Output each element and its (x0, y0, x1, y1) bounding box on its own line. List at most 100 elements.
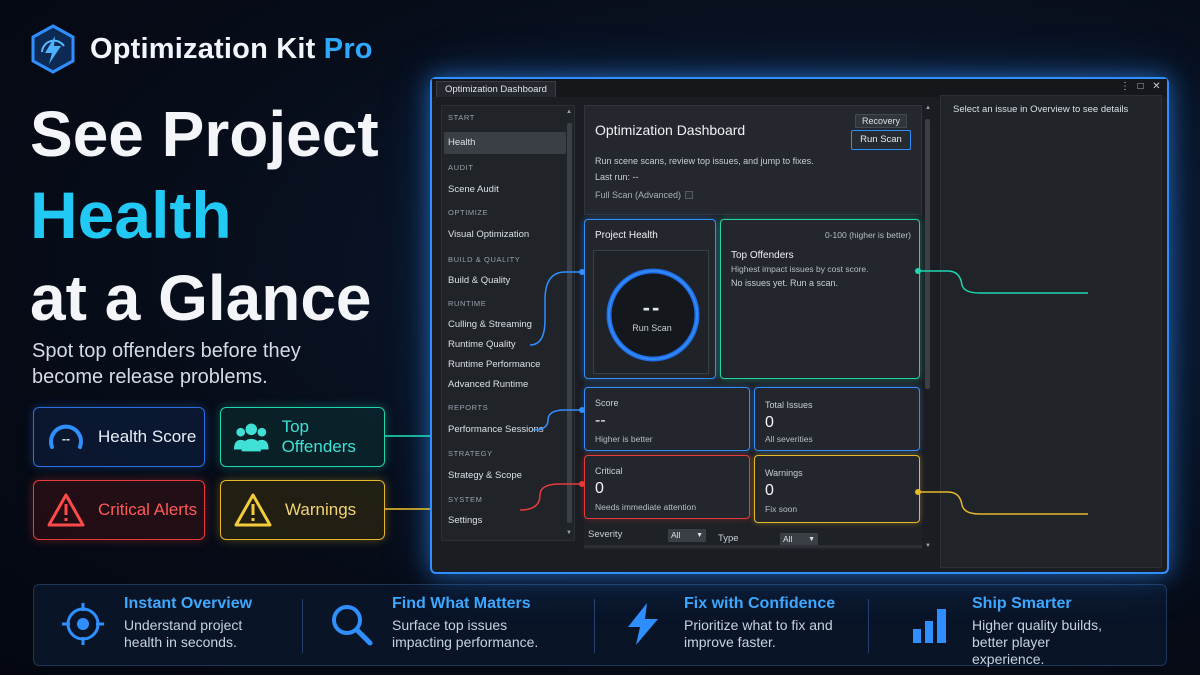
brand-shield-bolt-icon (31, 24, 75, 74)
gauge-icon: -- (49, 424, 83, 449)
sidebar-section-reports: REPORTS (448, 403, 489, 412)
top-offenders-subtitle: Highest impact issues by cost score. (731, 264, 869, 274)
scroll-down-icon[interactable]: ▼ (566, 530, 572, 536)
health-gauge-box: -- Run Scan (593, 250, 709, 374)
filter-row: Severity All ▼ Type All ▼ (584, 527, 922, 548)
sidebar-section-build-quality: BUILD & QUALITY (448, 255, 521, 264)
maximize-icon[interactable]: □ (1136, 81, 1145, 92)
full-scan-label: Full Scan (Advanced) (595, 190, 682, 200)
top-offenders-empty: No issues yet. Run a scan. (731, 278, 839, 288)
scroll-up-icon[interactable]: ▲ (566, 109, 572, 115)
chevron-down-icon: ▼ (696, 532, 703, 539)
hero-line-3: at a Glance (30, 262, 372, 334)
sidebar-item-performance-sessions[interactable]: Performance Sessions (448, 424, 544, 435)
run-scan-button[interactable]: Run Scan (851, 130, 911, 150)
brand-suffix: Pro (323, 32, 373, 65)
sidebar-scroll-thumb[interactable] (567, 123, 572, 523)
sidebar-item-health[interactable]: Health (444, 132, 566, 154)
top-offenders-label: Top Offenders (281, 417, 356, 456)
health-score-label: Health Score (98, 427, 197, 446)
sidebar-section-start: START (448, 113, 475, 122)
sidebar: START Health AUDIT Scene Audit OPTIMIZE … (441, 105, 575, 541)
dashboard-scrollbar[interactable]: ▲ ▼ (925, 105, 931, 551)
feature-divider (594, 599, 595, 653)
feature-bar: Instant Overview Understand project heal… (33, 584, 1167, 667)
score-card: Score -- Higher is better (584, 387, 750, 451)
sidebar-item-strategy-scope[interactable]: Strategy & Scope (448, 470, 522, 481)
sidebar-section-system: SYSTEM (448, 495, 483, 504)
health-gauge-run-scan[interactable]: Run Scan (594, 323, 710, 333)
feature-desc: Prioritize what to fix and improve faste… (684, 617, 833, 650)
sidebar-item-culling-streaming[interactable]: Culling & Streaming (448, 319, 532, 330)
critical-alerts-pill: Critical Alerts (33, 480, 205, 540)
feature-desc: Understand project health in seconds. (124, 617, 243, 650)
full-scan-option[interactable]: Full Scan (Advanced) (595, 190, 694, 200)
top-offenders-card: 0-100 (higher is better) Top Offenders H… (720, 219, 920, 379)
dashboard-scroll-thumb[interactable] (925, 119, 930, 389)
sidebar-section-strategy: STRATEGY (448, 449, 493, 458)
score-range-text: 0-100 (higher is better) (825, 230, 911, 240)
close-icon[interactable]: ✕ (1152, 81, 1161, 92)
feature-title: Fix with Confidence (684, 595, 836, 612)
sidebar-item-advanced-runtime[interactable]: Advanced Runtime (448, 379, 528, 390)
bar-chart-icon (913, 609, 946, 643)
severity-select-value: All (671, 530, 681, 540)
hero-headline: See Project Health at a Glance (30, 102, 379, 346)
feature-fix-with-confidence: Fix with Confidence Prioritize what to f… (620, 595, 844, 651)
feature-divider (868, 599, 869, 653)
hero-line-2: Health (30, 178, 232, 252)
warnings-pill: Warnings (220, 480, 385, 540)
dashboard-header: Optimization Dashboard Recovery Run Scan… (584, 105, 922, 215)
total-issues-value: 0 (765, 414, 774, 431)
window-tab[interactable]: Optimization Dashboard (436, 81, 556, 97)
warnings-card: Warnings 0 Fix soon (754, 455, 920, 523)
total-issues-card: Total Issues 0 All severities (754, 387, 920, 451)
score-value: -- (595, 412, 606, 429)
sidebar-scrollbar[interactable]: ▲ ▼ (566, 109, 572, 537)
app-window: Optimization Dashboard ⋮ □ ✕ START Healt… (430, 77, 1169, 574)
sidebar-item-scene-audit[interactable]: Scene Audit (448, 184, 499, 195)
warnings-value: 0 (765, 482, 774, 499)
alert-triangle-icon (47, 493, 85, 527)
issue-detail-panel: Select an issue in Overview to see detai… (940, 95, 1162, 568)
health-score-pill: -- Health Score (33, 407, 205, 467)
top-offenders-title: Top Offenders (731, 250, 794, 261)
sidebar-item-build-quality[interactable]: Build & Quality (448, 275, 510, 286)
total-issues-label: Total Issues (765, 400, 813, 410)
hero-subtitle: Spot top offenders before they become re… (32, 340, 301, 388)
type-select-value: All (783, 534, 793, 544)
dashboard-description: Run scene scans, review top issues, and … (595, 156, 814, 166)
scroll-up-icon[interactable]: ▲ (925, 105, 931, 111)
feature-divider (302, 599, 303, 653)
sidebar-section-audit: AUDIT (448, 163, 474, 172)
full-scan-checkbox[interactable] (685, 191, 694, 199)
severity-label: Severity (588, 529, 623, 540)
critical-card: Critical 0 Needs immediate attention (584, 455, 750, 519)
dashboard-panel: Optimization Dashboard Recovery Run Scan… (584, 105, 922, 550)
sidebar-item-visual-optimization[interactable]: Visual Optimization (448, 229, 529, 240)
feature-instant-overview: Instant Overview Understand project heal… (60, 595, 284, 651)
feature-title: Ship Smarter (972, 595, 1072, 612)
sidebar-item-runtime-quality[interactable]: Runtime Quality (448, 339, 516, 350)
project-health-title: Project Health (595, 230, 658, 241)
critical-sub: Needs immediate attention (595, 502, 697, 512)
score-label: Score (595, 398, 619, 408)
feature-desc: Surface top issues impacting performance… (392, 617, 539, 650)
more-icon[interactable]: ⋮ (1120, 81, 1130, 92)
warnings-label: Warnings (765, 468, 803, 478)
warning-triangle-icon (234, 493, 272, 527)
type-label: Type (718, 533, 739, 544)
sidebar-item-settings[interactable]: Settings (448, 515, 482, 526)
total-issues-sub: All severities (765, 434, 813, 444)
target-icon (62, 603, 104, 645)
feature-find-what-matters: Find What Matters Surface top issues imp… (328, 595, 552, 651)
sidebar-item-runtime-performance[interactable]: Runtime Performance (448, 359, 540, 370)
gauge-icon-text: -- (62, 432, 70, 446)
scroll-down-icon[interactable]: ▼ (925, 543, 931, 549)
lightning-icon (628, 603, 658, 645)
hero-line-1: See Project (30, 98, 379, 170)
top-offenders-pill: Top Offenders (220, 407, 385, 467)
severity-select[interactable]: All ▼ (668, 529, 706, 542)
filter-divider (584, 545, 922, 548)
recovery-button[interactable]: Recovery (854, 114, 907, 128)
